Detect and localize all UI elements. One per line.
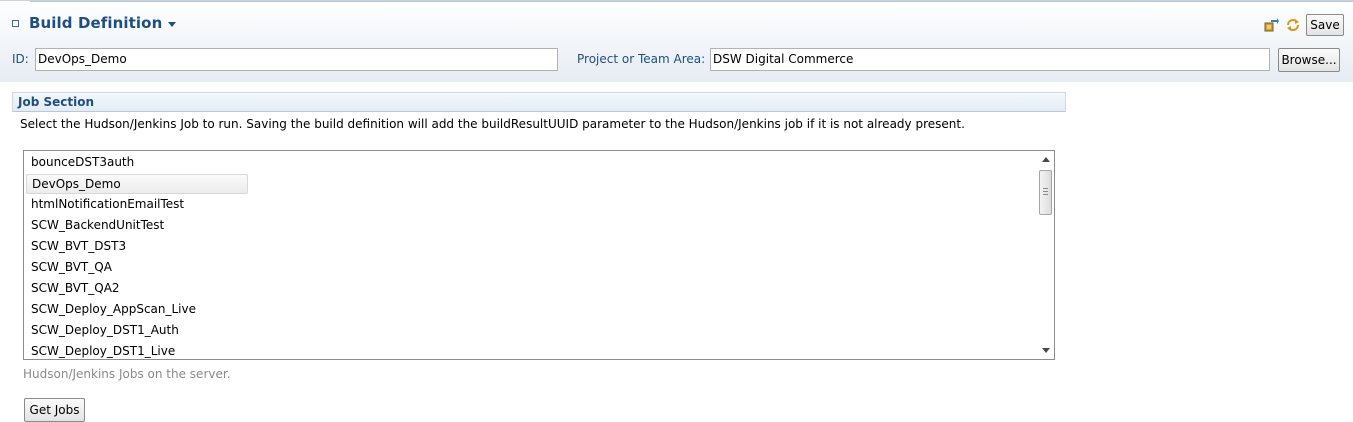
title-row: Build Definition <box>12 13 177 33</box>
list-item[interactable]: SCW_BVT_QA <box>26 257 112 277</box>
job-section-header[interactable]: Job Section <box>12 92 1066 112</box>
title-dropdown-icon[interactable] <box>168 21 177 27</box>
grip-line <box>1043 194 1048 195</box>
collapse-toggle-icon[interactable] <box>12 20 19 27</box>
save-button[interactable]: Save <box>1306 14 1344 36</box>
list-item[interactable]: SCW_BVT_QA2 <box>26 278 120 298</box>
job-section-title: Job Section <box>18 95 95 109</box>
list-item[interactable]: htmlNotificationEmailTest <box>26 194 184 214</box>
header-toolbar <box>1262 16 1306 34</box>
list-item[interactable]: SCW_Deploy_AppScan_Live <box>26 299 196 319</box>
list-item[interactable]: SCW_BVT_DST3 <box>26 236 126 256</box>
list-item[interactable]: bounceDST3auth <box>26 152 134 172</box>
list-item-selected[interactable]: DevOps_Demo <box>26 174 248 194</box>
job-section-description: Select the Hudson/Jenkins Job to run. Sa… <box>20 117 965 131</box>
project-label: Project or Team Area: <box>577 52 706 66</box>
scroll-up-icon[interactable] <box>1042 157 1050 162</box>
id-label: ID: <box>12 52 29 66</box>
list-scrollbar[interactable] <box>1038 151 1054 359</box>
jobs-list[interactable]: bounceDST3auth DevOps_Demo htmlNotificat… <box>23 150 1055 360</box>
list-item[interactable]: SCW_Deploy_DST1_Auth <box>26 320 179 340</box>
jobs-hint: Hudson/Jenkins Jobs on the server. <box>23 367 231 381</box>
run-build-icon[interactable] <box>1262 16 1280 34</box>
page-title: Build Definition <box>29 14 163 32</box>
project-field[interactable]: DSW Digital Commerce <box>710 48 1270 71</box>
grip-line <box>1043 191 1048 192</box>
refresh-icon[interactable] <box>1284 16 1302 34</box>
list-item[interactable]: SCW_Deploy_DST1_Live <box>26 341 175 359</box>
list-item[interactable]: SCW_BackendUnitTest <box>26 215 164 235</box>
grip-line <box>1043 188 1048 189</box>
header-top-border <box>30 1 1353 2</box>
browse-button[interactable]: Browse... <box>1278 48 1340 72</box>
scroll-down-icon[interactable] <box>1042 348 1050 353</box>
scroll-thumb[interactable] <box>1039 170 1052 215</box>
id-field[interactable]: DevOps_Demo <box>35 48 558 71</box>
get-jobs-button[interactable]: Get Jobs <box>24 398 85 422</box>
